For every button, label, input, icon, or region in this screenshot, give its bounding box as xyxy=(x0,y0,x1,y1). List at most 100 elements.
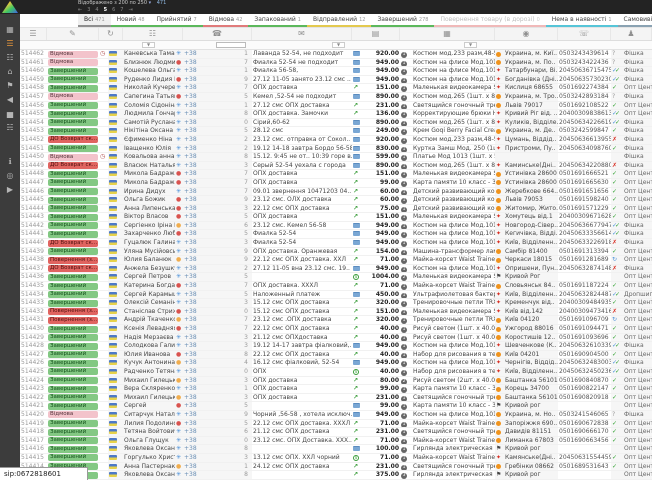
table-row[interactable]: 514459ЗавершенийРуденко Лидия Пав..●+389… xyxy=(20,76,652,85)
tab-6[interactable]: Відправлений12 xyxy=(307,14,372,27)
table-row[interactable]: 514413ЗавершенийЯковлева Оксана✳+388↗375… xyxy=(20,471,652,480)
table-row[interactable]: 514437ДО Возврат ск...Анжела Безушку✳+38… xyxy=(20,265,652,274)
table-row[interactable]: 514444ЗавершенийАнна Липенська●+38322.12… xyxy=(20,205,652,214)
dashboard-icon[interactable]: ▦ xyxy=(0,23,20,37)
page-button-7[interactable]: 7 xyxy=(120,7,123,14)
table-row[interactable]: 514434ЗавершенийСергей Карамышев✳+385Нал… xyxy=(20,291,652,300)
tab-8[interactable]: Повернення товару (в дорозі)0 xyxy=(434,14,545,27)
table-row[interactable]: 514449ДО Возврат ск...Власюк Наталья✳+38… xyxy=(20,162,652,171)
table-row[interactable]: 514443ЗавершенийВіктор Власов●+385ОПХ до… xyxy=(20,213,652,222)
info-icon[interactable]: ℹ xyxy=(0,155,20,169)
table-row[interactable]: 514457ВідмоваСапегина Татьяна С..●+385Ке… xyxy=(20,93,652,102)
company-icon[interactable]: ⌂ xyxy=(0,65,20,79)
app-logo-icon[interactable] xyxy=(2,1,18,13)
col-client-icon[interactable]: ☷ xyxy=(123,28,183,40)
product-filter-dropdown[interactable]: ▼ xyxy=(464,42,477,48)
table-row[interactable]: 514421ЗавершенийСергей●+38599.001Карта п… xyxy=(20,402,652,411)
cell-soc: ✳ xyxy=(175,445,183,453)
table-row[interactable]: 514438Повернення (з...Юлия Баланюк●+3892… xyxy=(20,256,652,265)
table-row[interactable]: 514446ЗавершенийИрина Дидух✳+38709.01 зв… xyxy=(20,188,652,197)
labels-icon[interactable]: ⚑ xyxy=(0,79,20,93)
comment-filter-dropdown[interactable]: ▼ xyxy=(332,42,345,48)
page-button-4[interactable]: 4 xyxy=(95,7,98,14)
tab-7[interactable]: Завершений278 xyxy=(371,14,434,27)
table-row[interactable]: 514418ЗавершенийТетяна Войтович✳+38621.1… xyxy=(20,428,652,437)
table-row[interactable]: 514461ВідмоваБлизнюк Людмила ..●+387Фиал… xyxy=(20,59,652,68)
name-filter-dropdown[interactable]: ▼ xyxy=(142,42,155,48)
col-ttn-icon[interactable]: ☏ xyxy=(558,28,611,40)
table-row[interactable]: 514448ЗавершенийМикола Бадражан●+387ОПХ … xyxy=(20,170,652,179)
tab-1[interactable]: Всі471 xyxy=(78,14,111,27)
tab-5[interactable]: Запакований1 xyxy=(248,14,307,27)
col-address-icon[interactable]: ◉ xyxy=(495,28,558,40)
menu-icon[interactable]: ☰ xyxy=(0,37,20,51)
table-row[interactable]: 514427ЗавершенийЮлия Иванова●+38822.12 с… xyxy=(20,351,652,360)
page-button-6[interactable]: 6 xyxy=(112,7,115,14)
table-row[interactable]: 514462Відмова◷Каневська Тамара ..✳+381Ла… xyxy=(20,50,652,59)
page-button-3[interactable]: 3 xyxy=(87,7,90,14)
table-row[interactable]: 514426ЗавершенийКучук Антонина●+38416.12… xyxy=(20,359,652,368)
tab-2[interactable]: Новий48 xyxy=(111,14,151,27)
table-row[interactable]: 514451ЗавершенийІващенко Юлія✳+38219.12 … xyxy=(20,145,652,154)
col-orders-icon[interactable]: ☰ xyxy=(20,28,47,40)
tab-3[interactable]: Прийнятий7 xyxy=(151,14,203,27)
cell-product: Набор для рисования в темнот.. xyxy=(412,368,495,376)
table-row[interactable]: 514420ВідмоваСитарчук Наталія Гр..✳+389Ч… xyxy=(20,411,652,420)
table-row[interactable]: 514439ЗавершенийУляна Мусійовська✳+389ОП… xyxy=(20,248,652,257)
col-manager-icon[interactable]: ♟ xyxy=(611,28,652,40)
tab-10[interactable]: Самовивіз2 xyxy=(618,14,652,27)
tab-9[interactable]: Нема в наявності1 xyxy=(546,14,618,27)
cell-pay xyxy=(352,342,364,350)
table-row[interactable]: 514423ЗавершенийВера Скляренко✳+381ОПХ д… xyxy=(20,385,652,394)
table-row[interactable]: 514429ЗавершенийНадія Мерзаєва✳+38321.12… xyxy=(20,334,652,343)
filters-icon[interactable]: ☵ xyxy=(0,121,20,135)
table-row[interactable]: 514455ЗавершенийЛюдмила Гончарова✳+388ОП… xyxy=(20,110,652,119)
records-shown-info[interactable]: Відображено з 200 по 250 ▾ 471 xyxy=(78,0,166,7)
last-page-button[interactable]: ⇥ xyxy=(128,7,132,14)
table-row[interactable]: 514416ЗавершенийЯковлева Оксана✳+388100.… xyxy=(20,445,652,454)
table-row[interactable]: 514424ЗавершенийМихаил Гилецький●+383ОПХ… xyxy=(20,377,652,386)
table-row[interactable]: 514452ДО Возврат ск...Єфименко Ніна✳+382… xyxy=(20,136,652,145)
monitor-icon[interactable]: ◎ xyxy=(0,169,20,183)
table-row[interactable]: 514447ЗавершенийМикола Бадражан●+387ОПХ … xyxy=(20,179,652,188)
table-row[interactable]: 514441ЗавершенийЗахарченко Люба●+385Фиал… xyxy=(20,230,652,239)
video-icon[interactable]: ▶ xyxy=(0,183,20,197)
table-row[interactable]: 514419ЗавершенийЛилия Подолинская●+38522… xyxy=(20,420,652,429)
first-page-button[interactable]: ⇤ xyxy=(78,7,82,14)
table-row[interactable]: 514450Відмова◷Ковальова анна✳+38815.12. … xyxy=(20,153,652,162)
table-row[interactable]: 514430ЗавершенийКсенія Левадняя●+38722.1… xyxy=(20,325,652,334)
table-row[interactable]: 514428ЗавершенийСолодкова Галина В..✳+38… xyxy=(20,342,652,351)
table-row[interactable]: 514458ЗавершенийНиколай Кучеренко✳+387ОП… xyxy=(20,84,652,93)
table-row[interactable]: 514431Повернення (з...Андрій Ткаченко●+3… xyxy=(20,316,652,325)
table-row[interactable]: 514445ЗавершенийОльга Божик●+38923.12 см… xyxy=(20,196,652,205)
cell-loc: Кегичівка, Відді.. xyxy=(504,230,558,238)
table-row[interactable]: 514440ДО Возврат ск...Гуцалюк Галина✳+38… xyxy=(20,239,652,248)
tab-4[interactable]: Відмова42 xyxy=(203,14,249,27)
table-row[interactable]: 514425ЗавершенийРадченко Тетяна✳+380ОПХ$… xyxy=(20,368,652,377)
table-row[interactable]: 514435ЗавершенийКатерина Богданова●+387О… xyxy=(20,282,652,291)
table-row[interactable]: 514453ЗавершенийНікітіна Оксана Дми..✳+3… xyxy=(20,127,652,136)
table-row[interactable]: 514415ЗавершенийГоргулько Христина..✳+38… xyxy=(20,454,652,463)
table-row[interactable]: 514436ЗавершенийСергей Петров✳+385$1004.… xyxy=(20,273,652,282)
col-edit-icon[interactable]: ✎ xyxy=(47,28,99,40)
reports-icon[interactable]: ▅ xyxy=(0,107,20,121)
table-row[interactable]: 514454ЗавершенийСамотій Руслана Во..✳+38… xyxy=(20,119,652,128)
announcements-icon[interactable]: ◀ xyxy=(0,93,20,107)
table-row[interactable]: 514442ЗавершенийСергіенко Іріна Ми..●+38… xyxy=(20,222,652,231)
col-refresh-icon[interactable]: ↻ xyxy=(99,28,123,40)
page-button-5[interactable]: 5 xyxy=(104,7,107,14)
table-row[interactable]: 514417ЗавершенийОльга Глущук✳+38023.12 с… xyxy=(20,437,652,446)
chevron-down-icon[interactable]: ▾ xyxy=(149,0,152,6)
clients-icon[interactable]: ☷ xyxy=(0,51,20,65)
table-row[interactable]: 514460ЗавершенийКошелева Ольга Ар..✳+381… xyxy=(20,67,652,76)
col-comment-icon[interactable]: ✉ xyxy=(252,28,352,40)
table-row[interactable]: 514456ЗавершенийСоломія Сідоніна✳+38127.… xyxy=(20,102,652,111)
table-row[interactable]: 514433ЗавершенийОлексій Семанін✳+38315.1… xyxy=(20,299,652,308)
table-row[interactable]: 514432Повернення (з...Станіслав Стрижак●… xyxy=(20,308,652,317)
table-row[interactable]: 514422ЗавершенийМихаил Гилецький●+383ОПХ… xyxy=(20,394,652,403)
col-product-icon[interactable]: ▦ xyxy=(400,28,495,40)
col-payment-icon[interactable]: ▤ xyxy=(352,28,400,40)
table-row[interactable]: 514414ЗавершенийАнна Пастернак●+38124.12… xyxy=(20,463,652,472)
phone-filter-input[interactable] xyxy=(216,42,246,48)
col-phone-icon[interactable]: ☎ xyxy=(183,28,252,40)
